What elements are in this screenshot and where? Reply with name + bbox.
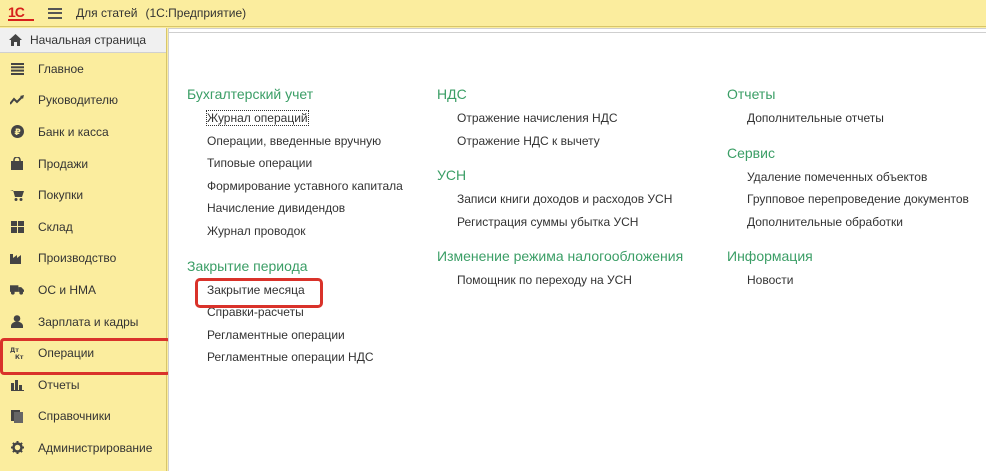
link-regulatory-operations-vat[interactable]: Регламентные операции НДС — [207, 348, 403, 371]
gear-icon — [10, 441, 24, 455]
home-icon — [8, 33, 22, 47]
sidebar-item-label: Администрирование — [38, 440, 153, 455]
link-additional-reports[interactable]: Дополнительные отчеты — [747, 109, 969, 132]
sidebar-item-warehouse[interactable]: Склад — [0, 211, 166, 243]
link-news[interactable]: Новости — [747, 271, 969, 294]
sidebar-item-bank[interactable]: ₽ Банк и касса — [0, 116, 166, 148]
link-usn-transition-wizard[interactable]: Помощник по переходу на УСН — [457, 271, 683, 294]
sidebar-item-payroll[interactable]: Зарплата и кадры — [0, 306, 166, 338]
sidebar-item-label: Справочники — [38, 409, 111, 424]
warehouse-icon — [10, 220, 24, 234]
link-postings-journal[interactable]: Журнал проводок — [207, 222, 403, 245]
section-title-information: Информация — [727, 248, 813, 265]
sidebar-item-label: Зарплата и кадры — [38, 314, 139, 329]
link-manual-operations[interactable]: Операции, введенные вручную — [207, 132, 403, 155]
sidebar-nav: Главное Руководителю ₽ Банк и касса Прод… — [0, 53, 171, 464]
content-top-divider — [169, 29, 986, 33]
section-title-period-closing: Закрытие периода — [187, 257, 308, 274]
sidebar-item-reports[interactable]: Отчеты — [0, 369, 166, 401]
sidebar-home-label: Начальная страница — [30, 33, 147, 47]
app-title: Для статей (1С:Предприятие) — [76, 6, 246, 20]
factory-icon — [10, 251, 24, 265]
link-regulatory-operations[interactable]: Регламентные операции — [207, 326, 403, 349]
link-vat-accrual[interactable]: Отражение начисления НДС — [457, 109, 683, 132]
cart-icon — [10, 188, 24, 202]
section-title-accounting: Бухгалтерский учет — [187, 86, 314, 102]
sidebar-item-label: Склад — [38, 219, 73, 234]
sidebar-item-references[interactable]: Справочники — [0, 401, 166, 433]
hamburger-menu-icon[interactable] — [48, 7, 62, 19]
sidebar-item-label: ОС и НМА — [38, 282, 97, 297]
link-operations-journal[interactable]: Журнал операций — [206, 109, 403, 132]
dt-kt-icon: Дт Кт — [10, 346, 24, 360]
sidebar-item-label: Операции — [38, 346, 95, 361]
link-delete-marked[interactable]: Удаление помеченных объектов — [747, 168, 969, 191]
link-usn-loss[interactable]: Регистрация суммы убытка УСН — [457, 213, 683, 236]
svg-text:₽: ₽ — [14, 128, 20, 138]
column-accounting: Бухгалтерский учет Журнал операций Опера… — [187, 85, 403, 371]
bar-chart-icon — [10, 378, 24, 392]
link-usn-book[interactable]: Записи книги доходов и расходов УСН — [457, 190, 683, 213]
content-panel: Бухгалтерский учет Журнал операций Опера… — [168, 28, 986, 471]
section-title-usn: УСН — [437, 167, 467, 184]
truck-icon — [10, 283, 24, 297]
platform-name: (1С:Предприятие) — [145, 6, 247, 20]
column-service: Отчеты Дополнительные отчеты Сервис Удал… — [727, 85, 969, 294]
sidebar-home[interactable]: Начальная страница — [0, 28, 166, 53]
1c-logo: 1С — [8, 4, 36, 22]
link-month-closing[interactable]: Закрытие месяца — [195, 277, 403, 308]
sidebar-item-sales[interactable]: Продажи — [0, 148, 166, 180]
sidebar-item-main[interactable]: Главное — [0, 53, 166, 85]
sidebar-item-label: Отчеты — [38, 377, 80, 392]
section-title-vat: НДС — [437, 86, 467, 102]
title-bar: 1С Для статей (1С:Предприятие) — [0, 0, 986, 27]
sidebar-item-label: Банк и касса — [38, 124, 109, 139]
sidebar-item-manager[interactable]: Руководителю — [0, 85, 166, 117]
books-icon — [10, 409, 24, 423]
sidebar-item-label: Главное — [38, 61, 84, 76]
sidebar-item-production[interactable]: Производство — [0, 243, 166, 275]
sidebar-item-purchases[interactable]: Покупки — [0, 179, 166, 211]
sidebar-item-label: Продажи — [38, 156, 89, 171]
section-title-service: Сервис — [727, 144, 775, 161]
link-additional-processing[interactable]: Дополнительные обработки — [747, 213, 969, 236]
ruble-icon: ₽ — [10, 125, 24, 139]
sidebar-item-assets[interactable]: ОС и НМА — [0, 274, 166, 306]
section-title-reports: Отчеты — [727, 86, 776, 102]
link-group-reposting[interactable]: Групповое перепроведение документов — [747, 190, 969, 213]
app-name: Для статей — [76, 6, 138, 20]
sidebar-item-label: Руководителю — [38, 93, 119, 108]
trend-icon — [10, 93, 24, 107]
sidebar-item-operations[interactable]: Дт Кт Операции — [0, 337, 171, 375]
person-icon — [10, 315, 24, 329]
link-authorized-capital[interactable]: Формирование уставного капитала — [207, 177, 403, 200]
sidebar-item-admin[interactable]: Администрирование — [0, 432, 166, 464]
sidebar-item-label: Производство — [38, 251, 117, 266]
link-dividends[interactable]: Начисление дивидендов — [207, 199, 403, 222]
link-typical-operations[interactable]: Типовые операции — [207, 154, 403, 177]
bag-icon — [10, 157, 24, 171]
sidebar-item-label: Покупки — [38, 188, 84, 203]
sidebar: Начальная страница Главное Руководителю … — [0, 28, 171, 471]
link-vat-deduction[interactable]: Отражение НДС к вычету — [457, 132, 683, 155]
svg-text:Дт: Дт — [10, 347, 19, 354]
list-icon — [10, 62, 24, 76]
svg-text:1С: 1С — [8, 4, 25, 20]
svg-text:Кт: Кт — [15, 354, 24, 360]
section-title-tax-regime: Изменение режима налогообложения — [437, 248, 684, 265]
column-taxes: НДС Отражение начисления НДС Отражение Н… — [437, 85, 683, 294]
